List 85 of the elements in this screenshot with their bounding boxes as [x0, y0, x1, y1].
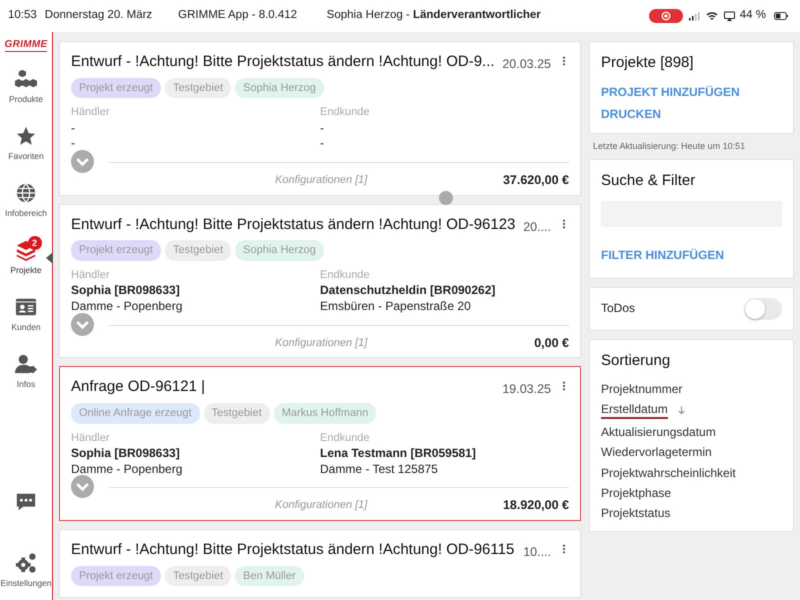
nav-item[interactable]: Favoriten [0, 125, 52, 163]
wifi-icon [704, 10, 719, 22]
nav-item[interactable]: Infobereich [0, 182, 52, 220]
project-tag: Testgebiet [204, 403, 270, 424]
notification-badge: 2 [28, 236, 42, 250]
project-price: 0,00 € [534, 334, 569, 352]
project-tag: Projekt erzeugt [71, 78, 161, 98]
nav-item[interactable]: Produkte [0, 68, 52, 106]
contact-address: Damme - Test 125875 [320, 462, 439, 478]
field-label: Endkunde [320, 430, 371, 446]
project-card[interactable]: Entwurf - !Achtung! Bitte Projektstatus ändern !Achtung! OD-96115 10.... Projekt erzeugt Testgebiet Ben Müller [59, 529, 581, 598]
panel-title: Sortierung [601, 350, 670, 370]
sort-option[interactable]: Aktualisierungsdatum [601, 424, 716, 440]
nav-item[interactable]: Kunden [0, 296, 52, 334]
project-tag: Sophia Herzog [235, 78, 324, 98]
project-tag: Online Anfrage erzeugt [71, 403, 200, 424]
grimme-logo: GRIMME [4, 40, 48, 52]
app-title: GRIMME App - 8.0.412 [178, 8, 298, 24]
contact-address: Damme - Popenberg [71, 462, 184, 478]
chat-icon [15, 491, 37, 513]
nav-item[interactable]: Infos [0, 353, 52, 391]
panel-title: Suche & Filter [601, 171, 696, 191]
project-title: Entwurf - !Achtung! Bitte Projektstatus ändern !Achtung! OD-96123 [71, 214, 516, 235]
panel-title: Projekte [898] [601, 53, 694, 73]
project-price: 37.620,00 € [502, 172, 569, 189]
project-title: Entwurf - !Achtung! Bitte Projektstatus ändern !Achtung! OD-9... [71, 52, 494, 72]
field-label: Endkunde [320, 268, 371, 283]
screen-mirror-icon [722, 10, 736, 22]
contact-address: Damme - Popenberg [71, 299, 184, 315]
status-date: Donnerstag 20. März [44, 8, 152, 24]
sort-option[interactable]: Projektnummer [601, 382, 682, 396]
project-price: 18.920,00 € [502, 497, 569, 514]
project-date: 20.03.25 [502, 56, 551, 73]
contact-address: - [71, 136, 76, 152]
project-title: Entwurf - !Achtung! Bitte Projektstatus ändern !Achtung! OD-96115 [71, 540, 516, 560]
project-tag: Projekt erzeugt [71, 240, 161, 261]
star-icon [15, 125, 37, 147]
project-card[interactable] [59, 366, 581, 522]
project-tag: Sophia Herzog [235, 240, 324, 261]
contact-name: - [71, 120, 76, 136]
sort-option[interactable]: Projektstatus [601, 506, 670, 521]
contact-name: Datenschutzheldin [BR090262] [320, 283, 496, 300]
nav-item[interactable]: Einstellungen [0, 552, 52, 590]
field-label: Endkunde [320, 105, 371, 120]
nav-item[interactable]: Projekte 2 [0, 239, 52, 277]
contact-address: - [320, 136, 325, 152]
project-tag: Testgebiet [164, 240, 232, 261]
last-update-text: Letzte Aktualisierung: Heute um 10:51 [592, 140, 746, 153]
sort-option[interactable]: Erstelldatum [601, 402, 668, 419]
project-date: 20.... [523, 218, 551, 236]
configurations-label: Konfigurationen [1] [275, 336, 368, 351]
field-label: Händler [71, 430, 111, 446]
configurations-label: Konfigurationen [1] [275, 498, 368, 514]
signal-icon [686, 10, 701, 22]
toggle-label: ToDos [601, 300, 636, 316]
sort-option[interactable]: Wiedervorlagetermin [601, 445, 712, 460]
globe-icon [15, 182, 37, 204]
sort-option[interactable]: Projektwahrscheinlichkeit [601, 466, 736, 480]
sort-option[interactable]: Projektphase [601, 486, 672, 500]
field-label: Händler [71, 268, 111, 283]
todos-toggle[interactable] [744, 298, 782, 320]
project-tag: Testgebiet [164, 566, 232, 586]
contact-name: Sophia [BR098633] [71, 283, 181, 300]
field-label: Händler [71, 105, 111, 120]
project-date: 19.03.25 [502, 381, 551, 398]
contact-name: Sophia [BR098633] [71, 446, 181, 462]
contact-name: Lena Testmann [BR059581] [320, 446, 477, 462]
contact-name: - [320, 120, 325, 136]
project-card[interactable]: Entwurf - !Achtung! Bitte Projektstatus ändern !Achtung! OD-9... 20.03.25 Projekt erzeugt Testgebiet Sophia Herzog Händler - - Endkunde - - Konfigurationen [1] 37.620,00 € [59, 41, 581, 196]
gears-icon [15, 552, 37, 574]
project-date: 10.... [523, 544, 551, 562]
recording-indicator [648, 9, 683, 23]
contact-address: Emsbüren - Papenstraße 20 [320, 299, 472, 315]
project-tag: Testgebiet [164, 78, 232, 98]
project-title: Anfrage OD-96121 | [71, 377, 206, 398]
project-tag: Projekt erzeugt [71, 566, 161, 586]
status-time: 10:53 [8, 8, 37, 24]
user-tag-icon [15, 353, 37, 375]
sort-descending-icon [676, 405, 687, 416]
user-role: Sophia Herzog - Länderverantwortlicher [326, 8, 541, 24]
project-tag: Ben Müller [235, 566, 304, 586]
project-tag: Markus Hoffmann [274, 403, 376, 424]
configurations-label: Konfigurationen [1] [275, 173, 368, 188]
battery-percent: 44 % [740, 8, 766, 24]
contact-card-icon [15, 296, 37, 318]
